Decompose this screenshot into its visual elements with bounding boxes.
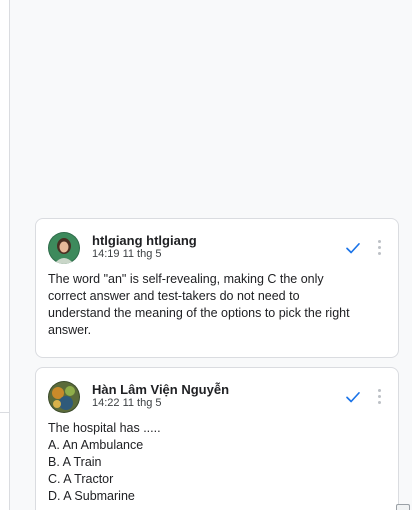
comment-line: correct answer and test-takers do not ne…: [48, 289, 300, 303]
comment-card[interactable]: Hàn Lâm Viện Nguyễn 14:22 11 thg 5 The h…: [35, 367, 399, 510]
comment-body: The word "an" is self-revealing, making …: [48, 271, 386, 339]
avatar[interactable]: [48, 381, 80, 413]
comment-line: answer.: [48, 323, 92, 337]
comment-line: D. A Submarine: [48, 489, 135, 503]
comment-body: The hospital has ..... A. An Ambulance B…: [48, 420, 386, 505]
document-area-edge: [0, 0, 10, 510]
more-vert-icon-dot: [377, 251, 381, 255]
comment-line: B. A Train: [48, 455, 102, 469]
resolve-button[interactable]: [342, 237, 364, 259]
comment-author: htlgiang htlgiang: [92, 233, 197, 248]
comment-line: The word "an" is self-revealing, making …: [48, 272, 324, 286]
more-vert-icon: [377, 388, 381, 392]
avatar[interactable]: [48, 232, 80, 264]
document-divider: [0, 412, 10, 413]
comment-line: A. An Ambulance: [48, 438, 144, 452]
more-vert-icon: [377, 239, 381, 243]
comment-header: htlgiang htlgiang 14:19 11 thg 5: [48, 231, 386, 265]
resolve-button[interactable]: [342, 386, 364, 408]
comment-timestamp: 14:19 11 thg 5: [92, 248, 162, 260]
more-options-button[interactable]: [372, 384, 386, 408]
more-vert-icon-dot: [377, 394, 381, 398]
avatar-photo-icon: [48, 381, 80, 413]
comment-author: Hàn Lâm Viện Nguyễn: [92, 382, 230, 397]
comment-line: understand the meaning of the options to…: [48, 306, 350, 320]
checkmark-icon: [346, 392, 360, 403]
more-options-button[interactable]: [372, 235, 386, 259]
avatar-photo-icon: [48, 232, 80, 264]
comment-line: The hospital has .....: [48, 421, 161, 435]
more-vert-icon-dot: [377, 245, 381, 249]
comment-header: Hàn Lâm Viện Nguyễn 14:22 11 thg 5: [48, 380, 386, 414]
checkmark-icon: [346, 243, 360, 254]
scroll-corner-tab[interactable]: [396, 504, 410, 510]
more-vert-icon-dot: [377, 400, 381, 404]
comment-line: C. A Tractor: [48, 472, 114, 486]
comment-timestamp: 14:22 11 thg 5: [92, 397, 162, 409]
comment-card[interactable]: htlgiang htlgiang 14:19 11 thg 5 The wor…: [35, 218, 399, 358]
